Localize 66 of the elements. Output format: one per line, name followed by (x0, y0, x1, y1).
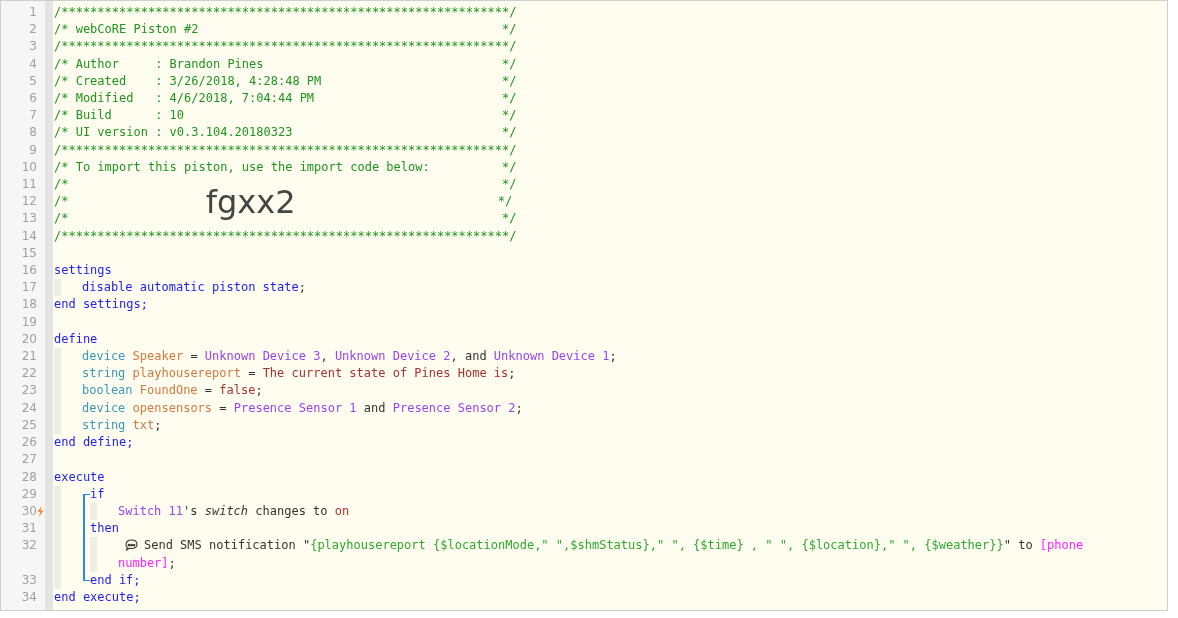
code-line: Switch 11's switch changes to on (118, 502, 350, 520)
line-number: 9 (29, 141, 37, 159)
code-line: Send SMS notification "{playhousereport {$locationMode," ",$shmStatus}," ", {$time} , " ", {$location}," ", {$weather}}" to [phone number]; (118, 537, 1085, 572)
line-number: 23 (21, 382, 37, 400)
line-number: 33 (21, 571, 37, 589)
line-number: 2 (29, 21, 37, 39)
line-number: 14 (21, 227, 37, 245)
code-line: /* webCoRE Piston #2 */ (54, 21, 517, 39)
code-line: execute (54, 468, 105, 486)
line-number: 34 (21, 588, 37, 606)
line-number: 27 (21, 451, 37, 469)
line-number: 7 (29, 107, 37, 125)
code-line: string txt; (82, 416, 162, 434)
line-number: 30 (21, 502, 37, 520)
code-line: /* To import this piston, use the import code below: */ (54, 158, 517, 176)
code-line: then (90, 520, 119, 538)
code-line: disable automatic piston state; (82, 279, 306, 297)
code-line: /**************************************************************/ (54, 141, 517, 159)
line-number: 25 (21, 416, 37, 434)
code-line: /**************************************************************/ (54, 4, 517, 21)
code-line: /**************************************************************/ (54, 227, 517, 245)
code-line: /* Author : Brandon Pines */ (54, 55, 517, 73)
code-line: device opensensors = Presence Sensor 1 and Presence Sensor 2; (82, 399, 523, 417)
line-number: 32 (21, 537, 37, 555)
line-number: 12 (21, 193, 37, 211)
code-line: string playhousereport = The current state of Pines Home is; (82, 365, 516, 383)
code-line: end if; (90, 571, 141, 589)
line-number: 3 (29, 38, 37, 56)
line-number: 28 (21, 468, 37, 486)
code-line: boolean FoundOne = false; (82, 382, 263, 400)
code-line: /* Created : 3/26/2018, 4:28:48 PM */ (54, 72, 517, 90)
code-line: end settings; (54, 296, 148, 314)
code-line: /* Build : 10 */ (54, 107, 517, 125)
line-number: 8 (29, 124, 37, 142)
code-line: end define; (54, 434, 134, 452)
line-number: 17 (21, 279, 37, 297)
line-number: 20 (21, 330, 37, 348)
line-number: 13 (21, 210, 37, 228)
line-number: 5 (29, 72, 37, 90)
line-number: 4 (29, 55, 37, 73)
line-number: 15 (21, 244, 37, 262)
line-number: 6 (29, 90, 37, 107)
code-line: settings (54, 262, 112, 280)
comment-text: */ (496, 194, 513, 209)
line-number: 26 (21, 434, 37, 452)
code-line: /**************************************************************/ (54, 38, 517, 56)
speech-bubble-icon (125, 539, 138, 552)
code-line: end execute; (54, 588, 141, 606)
code-line: define (54, 330, 98, 348)
line-number: 21 (21, 348, 37, 366)
code-line: /* Modified : 4/6/2018, 7:04:44 PM */ (54, 90, 517, 107)
line-number: 24 (21, 399, 37, 417)
code-line: if (90, 485, 105, 503)
comment-text: /* (54, 194, 70, 209)
line-number: 11 (21, 176, 37, 194)
code-line: /* UI version : v0.3.104.20180323 */ (54, 124, 517, 142)
indent-guide (54, 279, 61, 297)
line-number: 22 (21, 365, 37, 383)
line-number: 31 (21, 520, 37, 538)
line-number: 10 (21, 158, 37, 176)
line-number: 1 (29, 4, 37, 21)
code-line: device Speaker = Unknown Device 3, Unknown Device 2, and Unknown Device 1; (82, 348, 617, 366)
line-number: 29 (21, 485, 37, 503)
line-number: 16 (21, 262, 37, 280)
line-number: 18 (21, 296, 37, 314)
line-number: 19 (21, 313, 37, 331)
